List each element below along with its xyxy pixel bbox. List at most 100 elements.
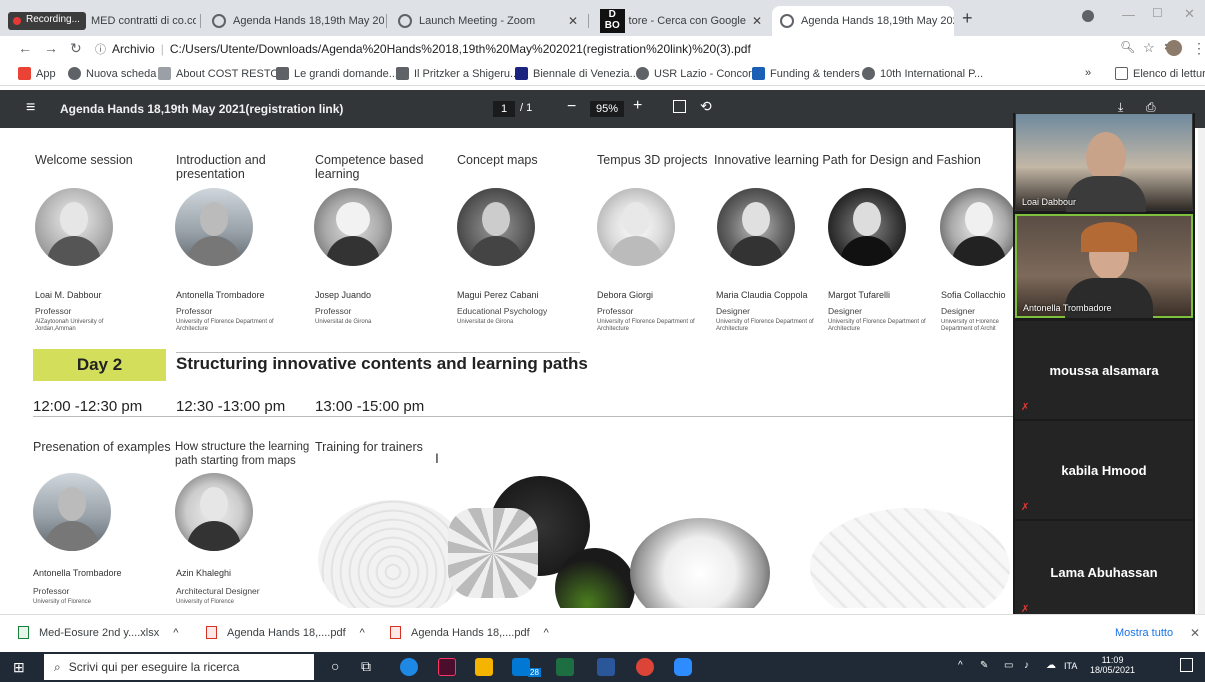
participant-tile[interactable]: Lama Abuhassan ✗	[1015, 521, 1193, 621]
speaker-affiliation: University of Florence Department of Arc…	[941, 319, 1000, 332]
task-view-icon[interactable]: ⧉	[361, 658, 371, 675]
close-tab-icon[interactable]: ✕	[746, 14, 762, 28]
new-tab-button[interactable]: +	[962, 8, 973, 29]
download-item[interactable]: Med-Eosure 2nd y....xlsx ^	[18, 626, 178, 639]
fashion-image	[630, 518, 770, 608]
speaker-photo	[35, 188, 113, 266]
back-icon[interactable]: ←	[18, 40, 32, 56]
participant-tile[interactable]: moussa alsamara ✗	[1015, 321, 1193, 419]
avatar[interactable]	[1166, 40, 1182, 56]
bookmark-label: About COST RESTO...	[176, 67, 289, 80]
participant-tile[interactable]: kabila Hmood ✗	[1015, 421, 1193, 519]
speaker-name: Antonella Trombadore	[33, 568, 122, 578]
excel-icon[interactable]	[556, 658, 574, 676]
chrome-icon[interactable]	[636, 658, 654, 676]
clock[interactable]: 11:09 18/05/2021	[1090, 655, 1135, 675]
scrollbar[interactable]	[1198, 128, 1205, 614]
bookmark-grandi-domande[interactable]: Le grandi domande...	[276, 67, 398, 80]
show-all-link[interactable]: Mostra tutto	[1115, 627, 1173, 639]
reading-list[interactable]: Elenco di lettura	[1115, 67, 1205, 80]
forward-icon[interactable]: →	[44, 40, 58, 56]
chevron-up-icon[interactable]: ^	[544, 627, 549, 639]
chevron-up-icon[interactable]: ^	[360, 627, 365, 639]
tab-agenda-1[interactable]: Agenda Hands 18,19th May 2021 ✕	[204, 6, 384, 36]
bookmark-label: App	[36, 67, 56, 80]
word-icon[interactable]	[597, 658, 615, 676]
reading-list-icon	[1115, 67, 1128, 80]
maximize-button[interactable]: ☐	[1152, 6, 1163, 20]
speaker-name: Antonella Trombadore	[176, 290, 265, 300]
bookmark-10th-international[interactable]: 10th International P...	[862, 67, 983, 80]
speaker-name: Maria Claudia Coppola	[716, 290, 808, 300]
notifications-icon[interactable]	[1180, 658, 1193, 672]
tab-agenda-active[interactable]: Agenda Hands 18,19th May 2021 ✕	[772, 6, 954, 36]
zoom-level-input[interactable]: 95%	[590, 101, 624, 117]
tab-google[interactable]: D BO tore - Cerca con Google ✕	[592, 6, 770, 36]
globe-icon	[780, 14, 794, 28]
download-item[interactable]: Agenda Hands 18,....pdf ^	[206, 626, 365, 639]
rotate-icon[interactable]: ⟲	[700, 98, 712, 115]
volume-icon[interactable]: ♪	[1024, 660, 1029, 671]
day-label: Day 2	[33, 349, 166, 381]
fit-page-icon[interactable]	[673, 100, 686, 113]
page-number-input[interactable]: 1	[493, 101, 515, 117]
tab-zoom[interactable]: Launch Meeting - Zoom ✕	[390, 6, 586, 36]
zoom-out-button[interactable]: −	[567, 98, 576, 116]
taskbar-search[interactable]: ⌕ Scrivi qui per eseguire la ricerca	[44, 654, 314, 680]
close-window-button[interactable]: ✕	[1184, 6, 1195, 22]
speaker-photo	[314, 188, 392, 266]
info-icon: ⓘ	[95, 44, 106, 56]
close-download-bar-icon[interactable]: ✕	[1190, 626, 1200, 640]
zoom-in-button[interactable]: +	[633, 97, 642, 115]
close-tab-icon[interactable]: ✕	[562, 14, 578, 28]
address-prefix: Archivio	[112, 42, 155, 56]
address-url: C:/Users/Utente/Downloads/Agenda%20Hands…	[169, 42, 751, 56]
globe-icon	[862, 67, 875, 80]
tray-chevron-icon[interactable]: ^	[958, 660, 963, 671]
participant-name: kabila Hmood	[1061, 463, 1147, 478]
menu-icon[interactable]: ⋮	[1192, 40, 1205, 57]
taskbar: ⊞ ⌕ Scrivi qui per eseguire la ricerca ○…	[0, 652, 1205, 682]
language-indicator[interactable]: ITA	[1064, 661, 1077, 671]
session-title: Presenation of examples	[33, 440, 171, 454]
video-tile[interactable]: Loai Dabbour	[1015, 113, 1193, 212]
bookmark-biennale[interactable]: Biennale di Venezia...	[515, 67, 639, 80]
bookmark-label: Il Pritzker a Shigeru...	[414, 67, 520, 80]
bookmark-nuova-scheda[interactable]: Nuova scheda	[68, 67, 156, 80]
bookmark-app[interactable]: App	[18, 67, 56, 80]
download-filename: Med-Eosure 2nd y....xlsx	[39, 626, 160, 639]
bookmark-funding[interactable]: Funding & tenders	[752, 67, 860, 80]
minimize-button[interactable]: —	[1122, 7, 1135, 22]
zoom-app-icon[interactable]	[674, 658, 692, 676]
zoom-icon[interactable]: 🔍︎	[1120, 40, 1135, 54]
file-explorer-icon[interactable]	[475, 658, 493, 676]
speaker-photo	[828, 188, 906, 266]
bookmark-cost-resto[interactable]: About COST RESTO...	[158, 67, 288, 80]
download-item[interactable]: Agenda Hands 18,....pdf ^	[390, 626, 549, 639]
session-title: Competence based learning	[315, 153, 424, 181]
globe-icon	[68, 67, 81, 80]
windows-start-icon[interactable]: ⊞	[13, 659, 25, 676]
network-icon[interactable]: ▭	[1004, 660, 1013, 671]
participant-name: Antonella Trombadore	[1023, 303, 1112, 313]
globe-icon	[636, 67, 649, 80]
bookmark-usr-lazio[interactable]: USR Lazio - Concor...	[636, 67, 760, 80]
onedrive-icon[interactable]: ☁	[1046, 660, 1056, 671]
hamburger-menu-icon[interactable]: ≡	[26, 99, 35, 117]
reload-icon[interactable]: ↻	[70, 40, 82, 57]
pen-icon[interactable]: ✎	[980, 660, 988, 671]
profile-icon[interactable]	[1082, 10, 1094, 22]
video-tile-active[interactable]: Antonella Trombadore	[1015, 214, 1193, 318]
cortana-icon[interactable]: ○	[331, 658, 339, 674]
clock-date: 18/05/2021	[1090, 665, 1136, 675]
session-title: How structure the learning path starting…	[175, 441, 310, 467]
bookmark-more[interactable]: »	[1085, 67, 1091, 79]
edge-icon[interactable]	[400, 658, 418, 676]
bookmark-label: Elenco di lettura	[1133, 67, 1205, 80]
bookmark-pritzker[interactable]: Il Pritzker a Shigeru...	[396, 67, 519, 80]
indesign-icon[interactable]	[438, 658, 456, 676]
address-bar[interactable]: ⓘ Archivio | C:/Users/Utente/Downloads/A…	[95, 38, 1105, 60]
chevron-up-icon[interactable]: ^	[173, 627, 178, 639]
star-icon[interactable]: ☆	[1143, 40, 1155, 56]
bookmark-label: Le grandi domande...	[294, 67, 398, 80]
